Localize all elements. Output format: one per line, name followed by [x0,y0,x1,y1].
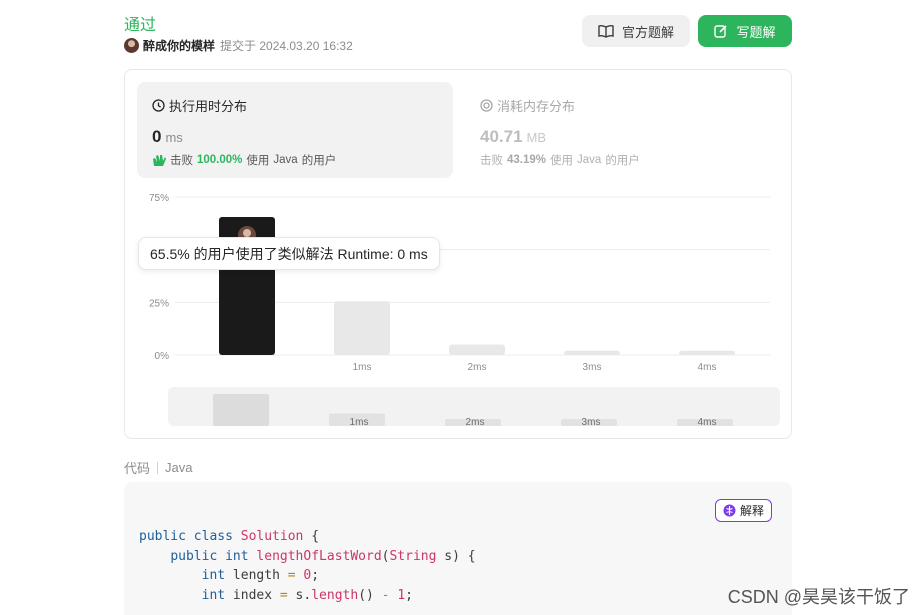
x-tick-label: 2ms [468,362,487,373]
code-language: Java [165,460,193,475]
code-label: 代码 [124,461,151,476]
x-tick-label: 4ms [698,362,717,373]
bar-avatar-face [243,229,251,238]
avatar[interactable] [124,38,139,53]
user-name[interactable]: 醉成你的模样 [143,37,215,54]
submission-meta: 醉成你的模样 提交于 2024.03.20 16:32 [124,37,353,54]
submission-status: 通过 [124,17,157,34]
chart-bar [449,344,505,355]
book-icon [598,24,614,38]
overview-tick-label: 4ms [698,417,717,428]
explain-label: 解释 [739,504,764,518]
official-solution-label: 官方题解 [621,24,674,40]
overview-bar [213,394,269,426]
x-tick-label: 3ms [583,362,602,373]
divider [157,461,159,474]
write-solution-button[interactable]: 写题解 [698,15,792,47]
y-tick-label: 0% [155,351,170,362]
chart-bar [334,301,390,355]
submitted-time: 提交于 2024.03.20 16:32 [220,39,353,53]
overview-tick-label: 3ms [582,417,601,428]
code-label-row: 代码 Java [124,458,192,477]
explain-button[interactable]: 解释 [714,499,772,522]
code-block: 解释 public class Solution { public int le… [124,482,792,615]
chart-tooltip: 65.5% 的用户使用了类似解法 Runtime: 0 ms [138,237,440,270]
chart-bar [564,350,620,355]
overview-tick-label: 2ms [466,417,485,428]
result-card: 执行用时分布 0 ms 击败 100.00% 使用 Java 的用户 消耗内存分布… [124,69,792,439]
write-solution-label: 写题解 [736,24,776,40]
edit-icon [714,25,728,38]
overview-tick-label: 1ms [350,417,369,428]
y-tick-label: 25% [149,298,169,309]
watermark: CSDN @昊昊该干饭了 [727,587,910,607]
chart-bar [679,350,735,355]
y-tick-label: 75% [149,193,169,204]
code-text[interactable]: public class Solution { public int lengt… [139,527,476,605]
x-tick-label: 1ms [353,362,372,373]
official-solution-button[interactable]: 官方题解 [582,15,690,47]
brain-icon [723,504,736,517]
